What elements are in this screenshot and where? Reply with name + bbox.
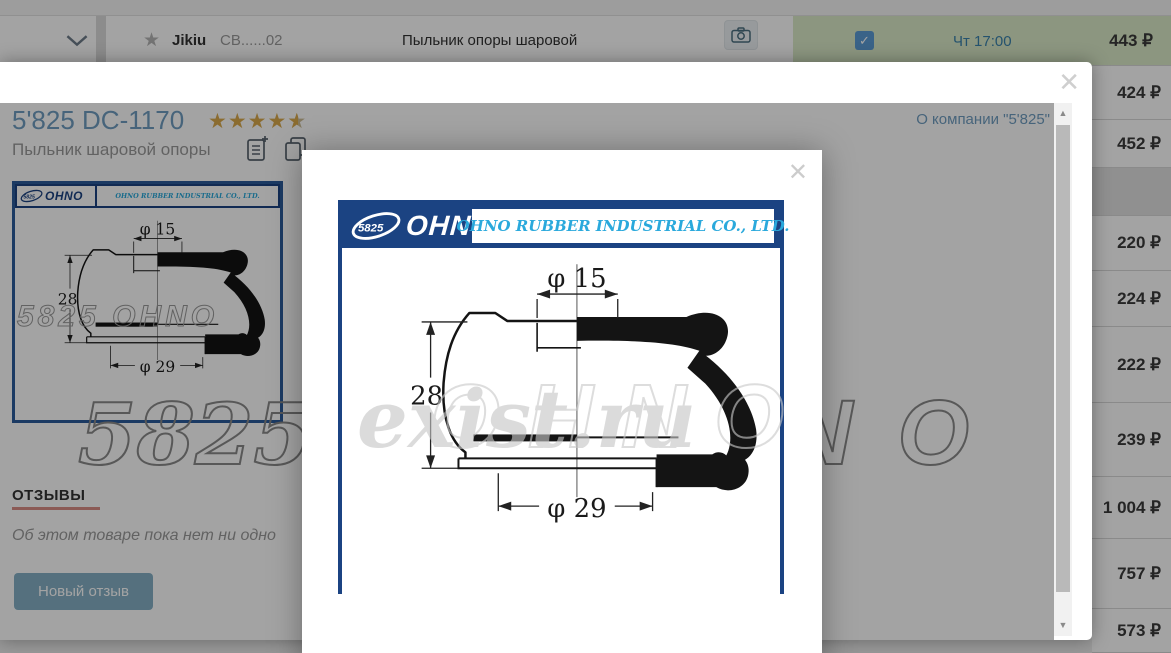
- scroll-down-icon[interactable]: ▼: [1054, 615, 1072, 635]
- scrollbar-thumb[interactable]: [1056, 125, 1070, 592]
- lightbox-close-icon[interactable]: ✕: [788, 158, 808, 187]
- scroll-up-icon[interactable]: ▲: [1054, 103, 1072, 123]
- swoosh-icon: 5825: [348, 206, 406, 246]
- technical-drawing: [342, 248, 780, 594]
- boot-drawing: [342, 248, 780, 589]
- drawing-frame: 5825 OHNO OHNO RUBBER INDUSTRIAL CO., LT…: [338, 200, 784, 594]
- modal-header: ✕: [0, 62, 1092, 103]
- image-lightbox: ✕ 5825 OHNO OHNO RUBBER INDUSTRIAL CO., …: [302, 150, 822, 653]
- brand-bar: 5825 OHNO OHNO RUBBER INDUSTRIAL CO., LT…: [342, 204, 780, 248]
- modal-scrollbar[interactable]: ▲ ▼: [1054, 103, 1072, 636]
- company-name: OHNO RUBBER INDUSTRIAL CO., LTD.: [472, 209, 774, 243]
- svg-text:5825: 5825: [358, 223, 384, 235]
- modal-close-icon[interactable]: ✕: [1058, 68, 1080, 96]
